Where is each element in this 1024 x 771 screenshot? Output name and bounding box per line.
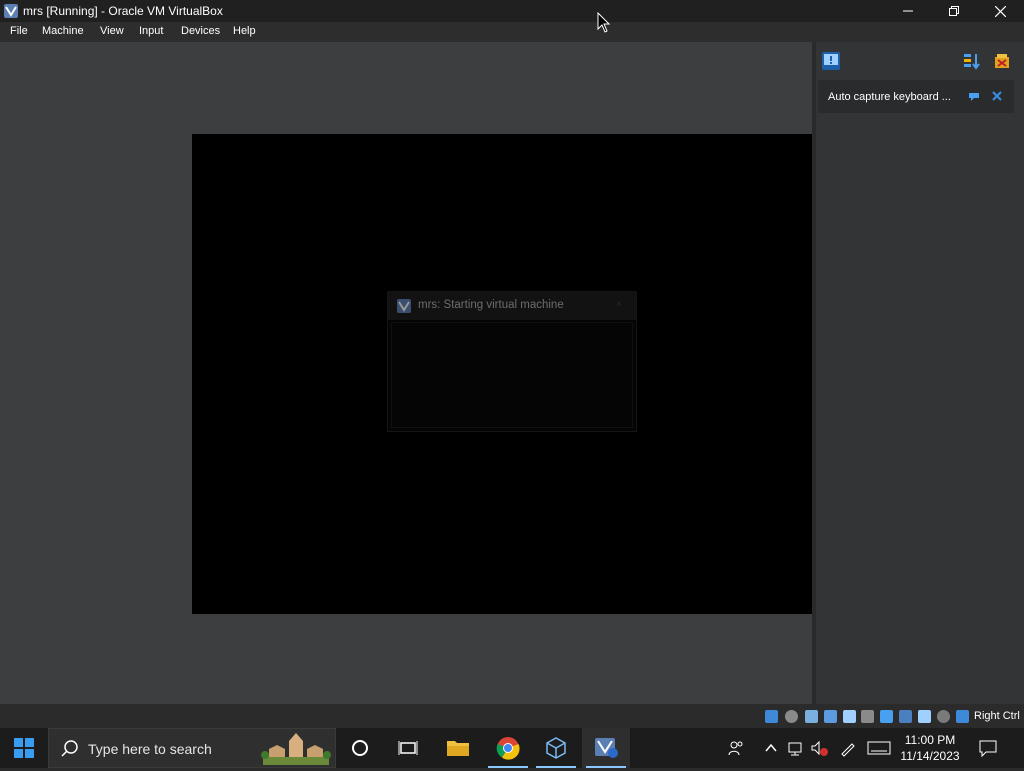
cortana-button[interactable]	[336, 728, 384, 768]
cortana-icon	[352, 740, 368, 756]
search-icon	[61, 740, 78, 757]
optical-drive-icon[interactable]	[785, 710, 798, 723]
message-icon	[822, 52, 840, 70]
mouse-integration-icon[interactable]	[937, 710, 950, 723]
cpu-icon[interactable]	[918, 710, 931, 723]
search-placeholder: Type here to search	[88, 741, 212, 757]
folder-icon	[447, 741, 469, 756]
people-icon	[728, 741, 743, 756]
volume-muted-icon	[811, 740, 828, 756]
virtualbox-cube-icon	[546, 737, 566, 759]
starting-vm-dialog: mrs: Starting virtual machine ×	[387, 291, 637, 432]
minimize-button[interactable]	[885, 0, 931, 22]
shared-folders-icon[interactable]	[861, 710, 874, 723]
notification-item[interactable]: Auto capture keyboard ...	[818, 80, 1014, 113]
host-key-label: Right Ctrl	[974, 710, 1020, 722]
recording-icon[interactable]	[899, 710, 912, 723]
menu-view[interactable]: View	[100, 25, 124, 37]
sort-icon	[964, 54, 980, 70]
network-icon[interactable]	[824, 710, 837, 723]
keep-notification-button[interactable]	[968, 91, 980, 106]
taskbar-vm-window[interactable]	[582, 728, 630, 768]
minimize-icon	[903, 10, 913, 12]
keyboard-capture-icon[interactable]	[956, 710, 969, 723]
clock-date: 11/14/2023	[900, 749, 960, 763]
show-hidden-icons-button[interactable]	[760, 728, 782, 768]
menu-help[interactable]: Help	[233, 25, 256, 37]
dialog-body	[391, 322, 633, 428]
touch-keyboard-button[interactable]	[866, 728, 892, 768]
pen-workspace-button[interactable]	[837, 728, 859, 768]
menu-machine[interactable]: Machine	[42, 25, 84, 37]
close-icon	[992, 91, 1002, 101]
windows-taskbar: Type here to search 11:00 PM 11/14/2023	[0, 728, 1024, 768]
system-clock[interactable]: 11:00 PM 11/14/2023	[894, 732, 966, 764]
notification-center	[812, 42, 1024, 704]
restore-button[interactable]	[931, 0, 977, 22]
network-tray-button[interactable]	[785, 728, 807, 768]
virtualbox-vm-icon	[595, 738, 618, 758]
taskbar-file-explorer[interactable]	[434, 728, 482, 768]
window-title: mrs [Running] - Oracle VM VirtualBox	[23, 4, 223, 18]
menu-devices[interactable]: Devices	[181, 25, 220, 37]
taskbar-chrome[interactable]	[484, 728, 532, 768]
dismiss-notification-button[interactable]	[992, 89, 1002, 104]
task-view-button[interactable]	[384, 728, 432, 768]
display-icon[interactable]	[880, 710, 893, 723]
pin-icon	[969, 93, 979, 101]
taskbar-search-box[interactable]: Type here to search	[48, 728, 336, 768]
menu-file[interactable]: File	[10, 25, 28, 37]
virtualbox-icon	[396, 298, 412, 314]
close-icon	[994, 5, 1006, 17]
windows-logo-icon	[14, 738, 34, 758]
network-icon	[788, 742, 802, 756]
chrome-icon	[496, 737, 520, 760]
task-view-icon	[398, 741, 418, 755]
clock-time: 11:00 PM	[904, 733, 956, 747]
menu-bar: File Machine View Input Devices Help	[0, 22, 1024, 42]
dialog-close-button[interactable]: ×	[616, 299, 622, 310]
title-bar: mrs [Running] - Oracle VM VirtualBox	[0, 0, 1024, 22]
vm-status-bar: Right Ctrl	[0, 704, 1024, 728]
action-center-button[interactable]	[976, 728, 1000, 768]
notification-center-toggle[interactable]	[821, 51, 841, 74]
people-button[interactable]	[725, 728, 747, 768]
clear-notifications-button[interactable]	[992, 51, 1012, 74]
virtualbox-icon	[3, 3, 19, 19]
notification-icon	[979, 740, 997, 758]
menu-input[interactable]: Input	[139, 25, 163, 37]
dialog-title: mrs: Starting virtual machine	[418, 299, 564, 311]
notification-text: Auto capture keyboard ...	[828, 91, 951, 103]
start-button[interactable]	[0, 728, 48, 768]
mouse-cursor-icon	[597, 12, 611, 33]
pen-icon	[841, 743, 855, 757]
volume-tray-button[interactable]	[808, 728, 830, 768]
search-highlight-icon	[261, 733, 331, 765]
close-button[interactable]	[977, 0, 1023, 22]
audio-icon[interactable]	[805, 710, 818, 723]
usb-icon[interactable]	[843, 710, 856, 723]
keyboard-icon	[867, 741, 891, 755]
taskbar-virtualbox-manager[interactable]	[532, 728, 580, 768]
restore-icon	[949, 6, 959, 16]
clear-all-icon	[995, 54, 1009, 68]
chevron-up-icon	[765, 743, 777, 752]
sort-notifications-button[interactable]	[962, 51, 982, 74]
hard-disk-icon[interactable]	[765, 710, 778, 723]
